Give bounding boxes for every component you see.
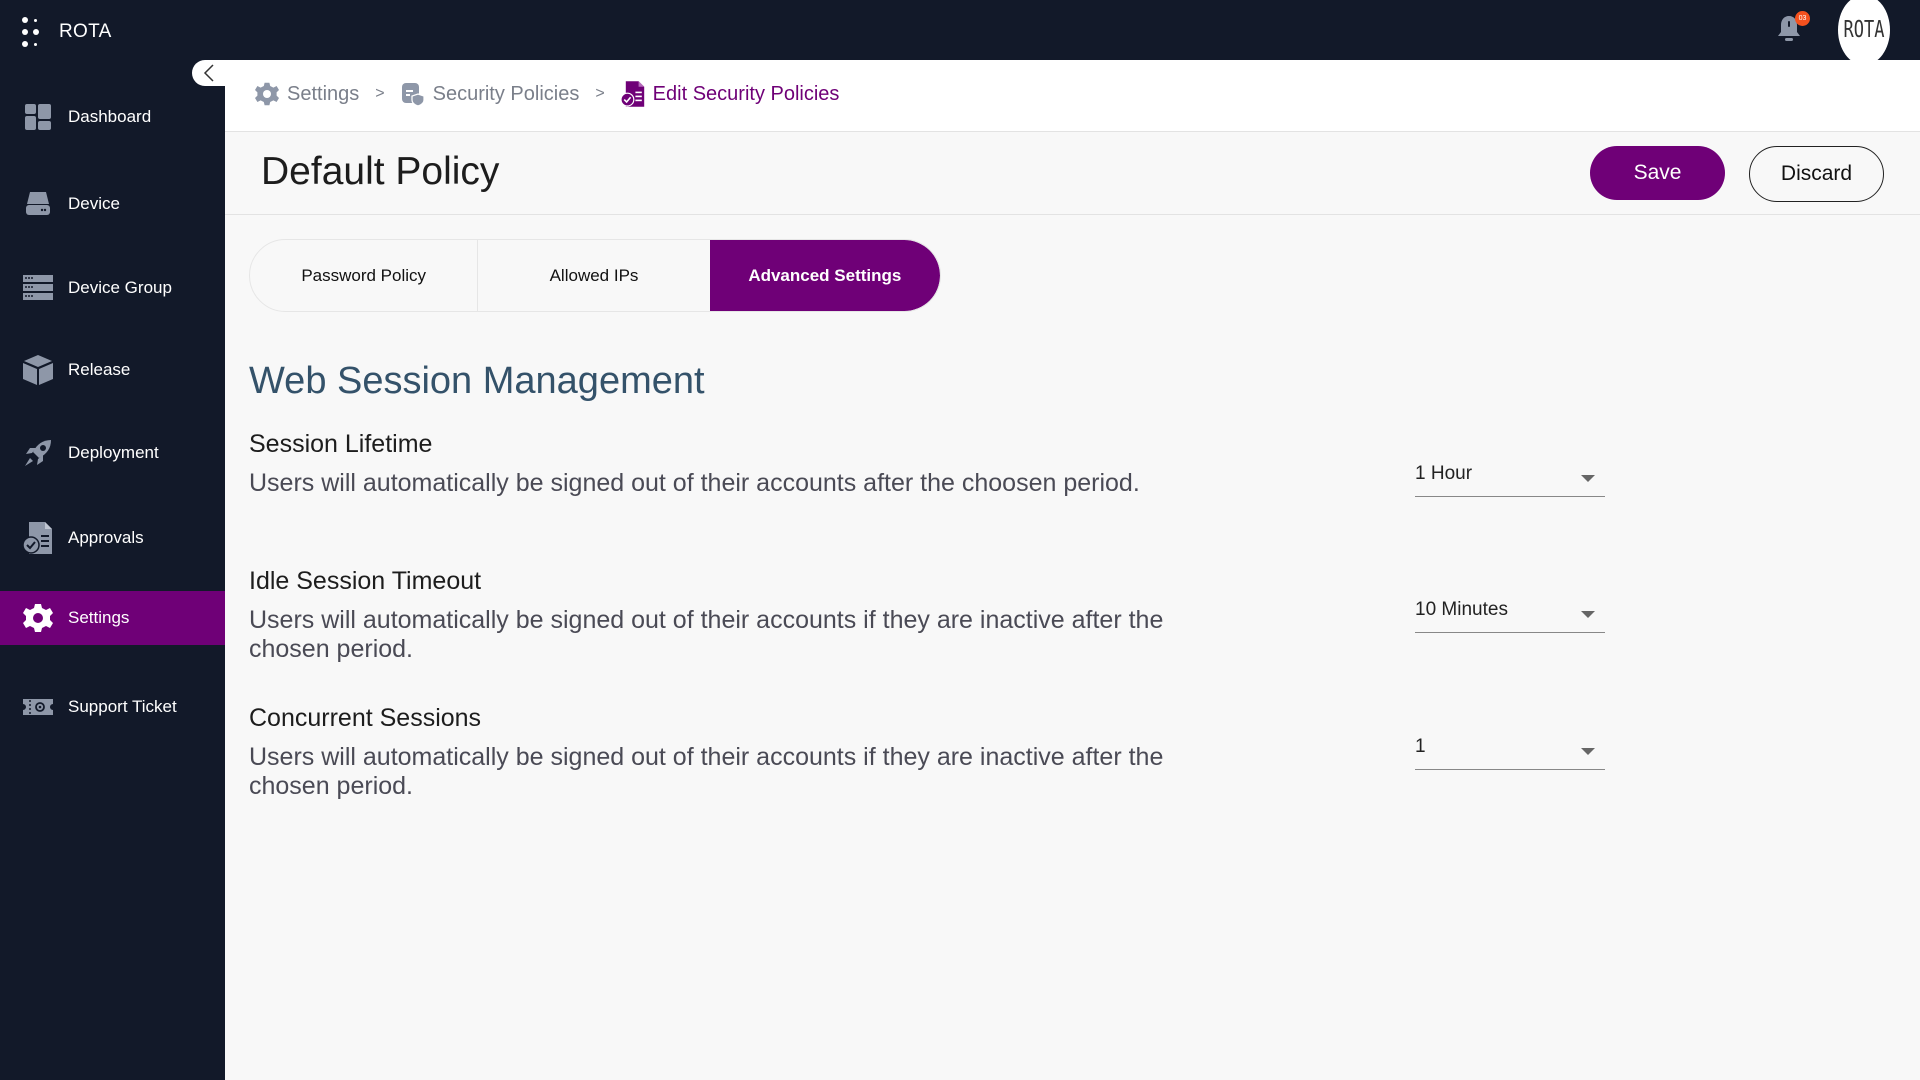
select-value: 10 Minutes bbox=[1415, 599, 1508, 620]
top-bar: ROTA 03 ROTA bbox=[0, 0, 1920, 66]
notification-badge: 03 bbox=[1795, 11, 1810, 26]
setting-description: Users will automatically be signed out o… bbox=[249, 469, 1140, 497]
breadcrumb-label: Settings bbox=[287, 82, 360, 105]
user-avatar[interactable]: ROTA bbox=[1838, 0, 1890, 66]
breadcrumb-label: Security Policies bbox=[432, 82, 580, 105]
setting-label: Concurrent Sessions bbox=[249, 704, 482, 732]
sidebar-item-label: Device Group bbox=[68, 278, 172, 297]
sidebar-item-device-group[interactable]: Device Group bbox=[0, 261, 225, 315]
sidebar: Dashboard Device Device Group Release De… bbox=[0, 60, 225, 1080]
section-title: Web Session Management bbox=[249, 360, 705, 402]
setting-description: Users will automatically be signed out o… bbox=[249, 606, 1164, 663]
dashboard-icon bbox=[22, 101, 54, 133]
tab-advanced-settings[interactable]: Advanced Settings bbox=[709, 240, 940, 311]
sidebar-item-deployment[interactable]: Deployment bbox=[0, 426, 225, 480]
breadcrumb: Settings > Security Policies > Edit Secu… bbox=[255, 81, 839, 107]
gear-icon bbox=[255, 82, 279, 106]
sidebar-item-device[interactable]: Device bbox=[0, 177, 225, 231]
setting-label: Session Lifetime bbox=[249, 430, 433, 458]
sidebar-item-label: Dashboard bbox=[68, 107, 152, 126]
save-button[interactable]: Save bbox=[1590, 146, 1725, 200]
policy-tabs: Password Policy Allowed IPs Advanced Set… bbox=[249, 239, 941, 312]
sidebar-item-label: Release bbox=[68, 360, 131, 379]
concurrent-sessions-select[interactable]: 1 bbox=[1415, 730, 1605, 770]
sidebar-item-release[interactable]: Release bbox=[0, 343, 225, 397]
select-value: 1 bbox=[1415, 736, 1426, 757]
device-group-icon bbox=[22, 272, 54, 304]
sidebar-item-support-ticket[interactable]: Support Ticket bbox=[0, 680, 225, 734]
page-header: Default Policy Save Discard bbox=[225, 132, 1920, 215]
breadcrumb-settings[interactable]: Settings bbox=[255, 82, 359, 106]
sidebar-item-dashboard[interactable]: Dashboard bbox=[0, 90, 225, 144]
brand[interactable]: ROTA bbox=[22, 17, 112, 47]
setting-idle-session-timeout: Idle Session Timeout Users will automati… bbox=[249, 567, 1609, 664]
brand-name: ROTA bbox=[59, 21, 112, 42]
release-icon bbox=[22, 354, 54, 386]
edit-policy-icon bbox=[620, 81, 644, 107]
breadcrumb-edit-security-policies: Edit Security Policies bbox=[620, 81, 840, 107]
device-icon bbox=[22, 188, 54, 220]
breadcrumb-label: Edit Security Policies bbox=[652, 82, 840, 105]
breadcrumb-security-policies[interactable]: Security Policies bbox=[401, 82, 580, 106]
sidebar-item-label: Settings bbox=[68, 608, 130, 627]
chevron-down-icon bbox=[1581, 475, 1595, 482]
setting-label: Idle Session Timeout bbox=[249, 567, 482, 595]
security-policy-icon bbox=[401, 83, 425, 106]
sidebar-item-settings[interactable]: Settings bbox=[0, 591, 225, 645]
app-menu-icon bbox=[22, 17, 42, 47]
session-lifetime-select[interactable]: 1 Hour bbox=[1415, 457, 1605, 497]
ticket-icon bbox=[22, 691, 54, 723]
tab-allowed-ips[interactable]: Allowed IPs bbox=[478, 240, 709, 311]
sidebar-item-label: Approvals bbox=[68, 528, 144, 547]
idle-session-timeout-select[interactable]: 10 Minutes bbox=[1415, 593, 1605, 633]
chevron-down-icon bbox=[1581, 748, 1595, 755]
discard-button[interactable]: Discard bbox=[1749, 146, 1884, 202]
collapse-sidebar-button[interactable] bbox=[192, 60, 225, 86]
setting-session-lifetime: Session Lifetime Users will automaticall… bbox=[249, 430, 1609, 498]
approvals-icon bbox=[22, 522, 54, 554]
breadcrumb-separator-icon: > bbox=[595, 85, 605, 102]
breadcrumb-separator-icon: > bbox=[375, 85, 385, 102]
page-title: Default Policy bbox=[261, 150, 500, 193]
sidebar-item-approvals[interactable]: Approvals bbox=[0, 511, 225, 565]
sidebar-item-label: Device bbox=[68, 194, 120, 213]
setting-concurrent-sessions: Concurrent Sessions Users will automatic… bbox=[249, 704, 1609, 801]
tab-password-policy[interactable]: Password Policy bbox=[250, 240, 479, 311]
chevron-left-icon bbox=[203, 64, 214, 82]
gear-icon bbox=[22, 602, 54, 634]
chevron-down-icon bbox=[1581, 611, 1595, 618]
select-value: 1 Hour bbox=[1415, 463, 1473, 484]
rocket-icon bbox=[22, 437, 54, 469]
breadcrumb-bar: Settings > Security Policies > Edit Secu… bbox=[225, 60, 1920, 132]
sidebar-item-label: Deployment bbox=[68, 443, 159, 462]
sidebar-item-label: Support Ticket bbox=[68, 697, 177, 716]
setting-description: Users will automatically be signed out o… bbox=[249, 743, 1164, 800]
